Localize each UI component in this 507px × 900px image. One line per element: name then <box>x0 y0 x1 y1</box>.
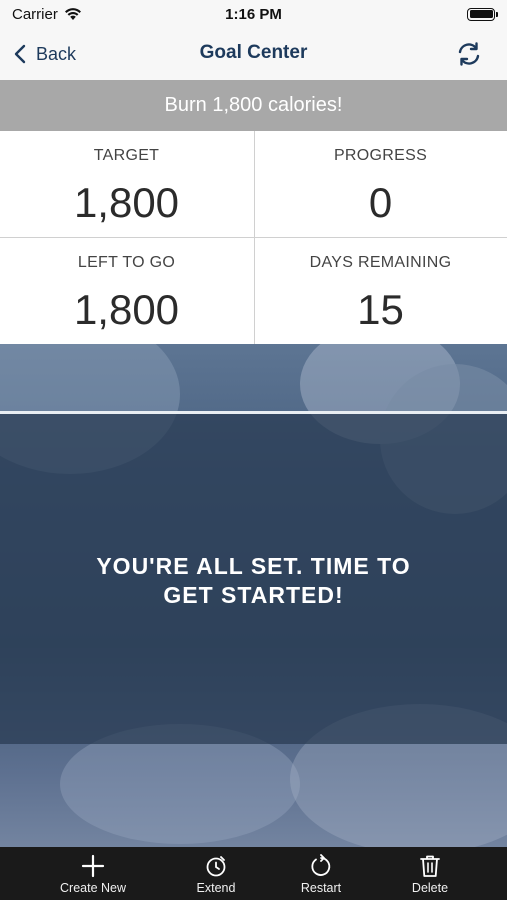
page-title: Goal Center <box>199 42 308 63</box>
delete-button[interactable]: Delete <box>380 847 480 900</box>
stat-target: TARGET 1,800 <box>0 131 253 237</box>
refresh-button[interactable] <box>455 40 483 68</box>
stat-value: 0 <box>368 179 393 226</box>
status-bar: Carrier 1:16 PM <box>0 0 507 28</box>
refresh-icon <box>458 42 480 66</box>
hero-message: YOU'RE ALL SET. TIME TO GET STARTED! <box>40 552 467 610</box>
stats-divider-horizontal <box>0 237 507 238</box>
tab-label: Create New <box>60 881 126 895</box>
stat-left-to-go: LEFT TO GO 1,800 <box>0 238 253 344</box>
tab-label: Delete <box>411 881 449 895</box>
restart-button[interactable]: Restart <box>271 847 371 900</box>
stat-value: 15 <box>357 286 404 333</box>
extend-button[interactable]: Extend <box>166 847 266 900</box>
stat-value: 1,800 <box>73 179 180 226</box>
chevron-left-icon <box>14 44 26 64</box>
goal-banner: Burn 1,800 calories! <box>0 80 507 131</box>
battery-level <box>469 10 493 18</box>
clock-icon <box>206 856 226 877</box>
status-left: Carrier <box>12 6 82 23</box>
stat-label: TARGET <box>93 147 160 164</box>
stat-label: LEFT TO GO <box>77 254 176 271</box>
stat-label: PROGRESS <box>333 147 428 164</box>
tab-label: Extend <box>196 881 236 895</box>
battery-icon <box>467 7 498 21</box>
stat-value: 1,800 <box>73 286 180 333</box>
stat-progress: PROGRESS 0 <box>254 131 507 237</box>
plus-icon <box>81 854 105 878</box>
nav-bar: Back Goal Center <box>0 28 507 80</box>
hero-message-line: YOU'RE ALL SET. TIME TO <box>96 553 411 579</box>
back-label: Back <box>36 43 77 64</box>
back-button[interactable]: Back <box>14 40 76 68</box>
create-new-button[interactable]: Create New <box>43 847 143 900</box>
stat-days-remaining: DAYS REMAINING 15 <box>254 238 507 344</box>
carrier-label: Carrier <box>12 5 58 23</box>
trash-icon <box>420 855 440 877</box>
stat-label: DAYS REMAINING <box>309 254 452 271</box>
bottom-toolbar: Create New Extend Restart Delete <box>0 847 507 900</box>
restart-icon <box>311 854 331 876</box>
tab-label: Restart <box>300 881 342 895</box>
hero-message-line: GET STARTED! <box>163 582 344 608</box>
wifi-icon <box>64 8 81 20</box>
hero-background: YOU'RE ALL SET. TIME TO GET STARTED! <box>0 344 507 847</box>
